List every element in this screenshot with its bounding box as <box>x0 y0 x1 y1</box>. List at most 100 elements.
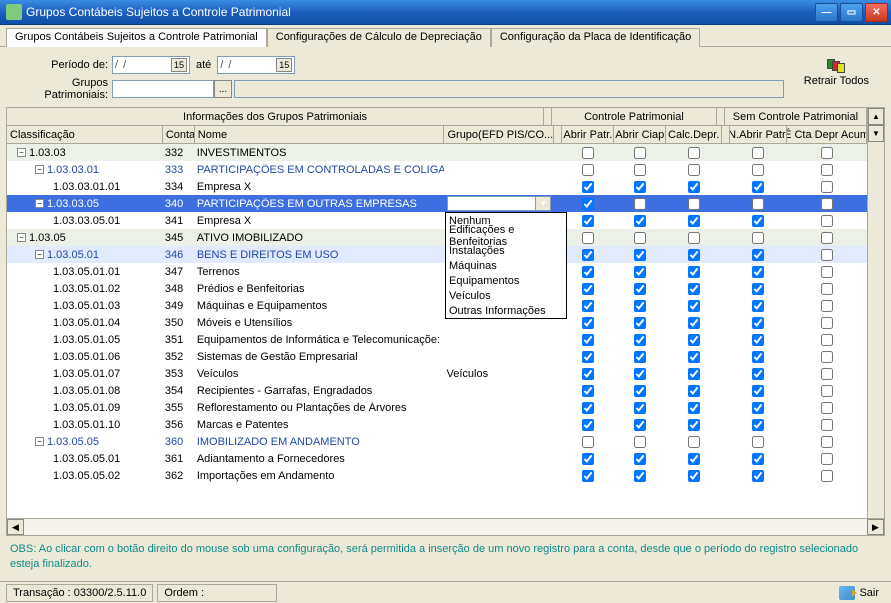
table-row[interactable]: 1.03.05.05.02362Importações em Andamento <box>7 467 867 484</box>
checkbox-ac[interactable] <box>634 436 646 448</box>
checkbox-na[interactable] <box>752 215 764 227</box>
checkbox-ac[interactable] <box>634 402 646 414</box>
checkbox-na[interactable] <box>752 198 764 210</box>
grupos-browse-button[interactable]: ... <box>214 80 232 98</box>
cell-grupo[interactable]: ▼ <box>445 196 555 211</box>
dropdown-option[interactable]: Equipamentos <box>446 273 566 288</box>
grupo-dropdown[interactable]: NenhumEdificações e BenfeitoriasInstalaç… <box>445 212 567 319</box>
grupos-input[interactable] <box>112 80 214 98</box>
checkbox-cd[interactable] <box>688 402 700 414</box>
table-row[interactable]: 1.03.05.05.01361Adiantamento a Fornecedo… <box>7 450 867 467</box>
date-from-input[interactable]: / / 15 <box>112 56 190 74</box>
table-row[interactable]: 1.03.05.01.09355Reflorestamento ou Plant… <box>7 399 867 416</box>
table-row[interactable]: −1.03.05.01346BENS E DIREITOS EM USO <box>7 246 867 263</box>
checkbox-cd[interactable] <box>688 232 700 244</box>
table-row[interactable]: −1.03.05.05360IMOBILIZADO EM ANDAMENTO <box>7 433 867 450</box>
table-row[interactable]: 1.03.05.01.02348Prédios e Benfeitorias <box>7 280 867 297</box>
checkbox-ac[interactable] <box>634 266 646 278</box>
table-row[interactable]: 1.03.05.01.07353VeículosVeículos <box>7 365 867 382</box>
retrair-todos-button[interactable]: Retrair Todos <box>804 59 869 87</box>
col-abrir-patr[interactable]: Abrir Patr. <box>562 126 614 143</box>
checkbox-ap[interactable] <box>582 283 594 295</box>
tree-toggle[interactable]: − <box>35 199 44 208</box>
checkbox-na[interactable] <box>752 351 764 363</box>
checkbox-cd[interactable] <box>688 317 700 329</box>
scroll-left-button[interactable]: ◀ <box>7 519 24 535</box>
checkbox-ec[interactable] <box>821 470 833 482</box>
checkbox-ec[interactable] <box>821 249 833 261</box>
checkbox-ec[interactable] <box>821 147 833 159</box>
checkbox-na[interactable] <box>752 453 764 465</box>
checkbox-ap[interactable] <box>582 419 594 431</box>
checkbox-ap[interactable] <box>582 249 594 261</box>
checkbox-na[interactable] <box>752 300 764 312</box>
checkbox-na[interactable] <box>752 181 764 193</box>
checkbox-ec[interactable] <box>821 215 833 227</box>
checkbox-ap[interactable] <box>582 334 594 346</box>
checkbox-ec[interactable] <box>821 436 833 448</box>
checkbox-ac[interactable] <box>634 198 646 210</box>
checkbox-ap[interactable] <box>582 266 594 278</box>
checkbox-ap[interactable] <box>582 470 594 482</box>
checkbox-ap[interactable] <box>582 368 594 380</box>
col-conta[interactable]: Conta <box>163 126 195 143</box>
checkbox-ec[interactable] <box>821 453 833 465</box>
checkbox-cd[interactable] <box>688 368 700 380</box>
dropdown-option[interactable]: Veículos <box>446 288 566 303</box>
checkbox-ec[interactable] <box>821 402 833 414</box>
table-row[interactable]: 1.03.05.01.03349Máquinas e Equipamentos <box>7 297 867 314</box>
tab-config-placa[interactable]: Configuração da Placa de Identificação <box>491 28 700 47</box>
date-to-picker-icon[interactable]: 15 <box>276 58 292 72</box>
checkbox-na[interactable] <box>752 164 764 176</box>
checkbox-na[interactable] <box>752 436 764 448</box>
checkbox-na[interactable] <box>752 147 764 159</box>
checkbox-cd[interactable] <box>688 470 700 482</box>
table-row[interactable]: 1.03.05.01.08354Recipientes - Garrafas, … <box>7 382 867 399</box>
checkbox-cd[interactable] <box>688 300 700 312</box>
checkbox-ac[interactable] <box>634 317 646 329</box>
checkbox-cd[interactable] <box>688 147 700 159</box>
checkbox-na[interactable] <box>752 419 764 431</box>
table-row[interactable]: 1.03.03.05.01341Empresa X <box>7 212 867 229</box>
checkbox-na[interactable] <box>752 283 764 295</box>
checkbox-ec[interactable] <box>821 419 833 431</box>
checkbox-ac[interactable] <box>634 249 646 261</box>
checkbox-ap[interactable] <box>582 164 594 176</box>
checkbox-ec[interactable] <box>821 181 833 193</box>
checkbox-cd[interactable] <box>688 351 700 363</box>
checkbox-cd[interactable] <box>688 266 700 278</box>
checkbox-na[interactable] <box>752 368 764 380</box>
checkbox-ec[interactable] <box>821 266 833 278</box>
checkbox-ap[interactable] <box>582 300 594 312</box>
sair-button[interactable]: Sair <box>833 584 885 602</box>
checkbox-na[interactable] <box>752 385 764 397</box>
checkbox-ac[interactable] <box>634 419 646 431</box>
checkbox-ap[interactable] <box>582 351 594 363</box>
checkbox-ec[interactable] <box>821 351 833 363</box>
scroll-down-button[interactable]: ▼ <box>868 125 884 142</box>
checkbox-ap[interactable] <box>582 181 594 193</box>
tree-toggle[interactable]: − <box>35 165 44 174</box>
tree-toggle[interactable]: − <box>17 148 26 157</box>
tree-toggle[interactable]: − <box>17 233 26 242</box>
checkbox-ec[interactable] <box>821 334 833 346</box>
table-row[interactable]: 1.03.05.01.10356Marcas e Patentes <box>7 416 867 433</box>
date-to-input[interactable]: / / 15 <box>217 56 295 74</box>
checkbox-cd[interactable] <box>688 334 700 346</box>
checkbox-ac[interactable] <box>634 232 646 244</box>
minimize-button[interactable]: — <box>815 3 838 22</box>
dropdown-option[interactable]: Outras Informações <box>446 303 566 318</box>
table-row[interactable]: 1.03.03.01.01334Empresa X <box>7 178 867 195</box>
checkbox-ac[interactable] <box>634 351 646 363</box>
checkbox-na[interactable] <box>752 402 764 414</box>
checkbox-ec[interactable] <box>821 164 833 176</box>
checkbox-ac[interactable] <box>634 147 646 159</box>
checkbox-ac[interactable] <box>634 300 646 312</box>
checkbox-ec[interactable] <box>821 300 833 312</box>
checkbox-cd[interactable] <box>688 419 700 431</box>
table-row[interactable]: −1.03.03332INVESTIMENTOS <box>7 144 867 161</box>
checkbox-cd[interactable] <box>688 249 700 261</box>
table-row[interactable]: 1.03.05.01.04350Móveis e Utensílios <box>7 314 867 331</box>
checkbox-cd[interactable] <box>688 164 700 176</box>
checkbox-ap[interactable] <box>582 317 594 329</box>
